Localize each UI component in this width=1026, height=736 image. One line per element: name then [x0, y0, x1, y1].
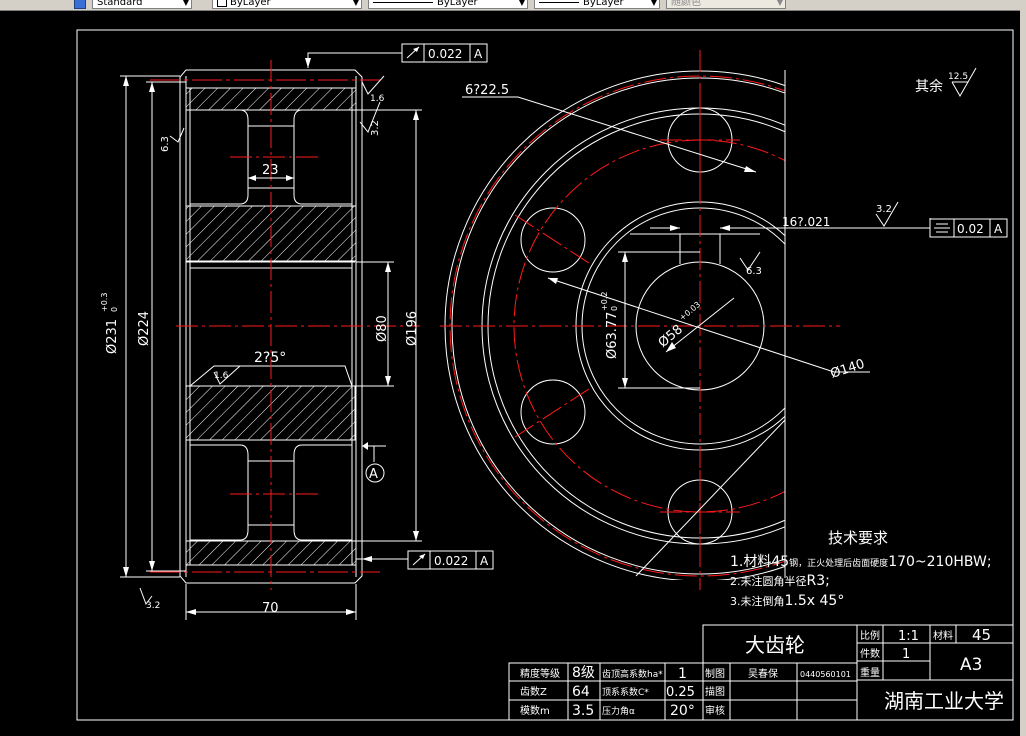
note-3: 3.未注倒角1.5x 45° — [730, 593, 844, 609]
dim-label: Ø140 — [829, 357, 867, 382]
ra-label: 6.3 — [746, 266, 762, 277]
svg-text:3.5: 3.5 — [572, 703, 594, 719]
svg-text:顶系系数C*: 顶系系数C* — [602, 686, 649, 698]
cavity-lower-left — [189, 444, 249, 541]
technical-notes: 技术要求 1.材料45钢，正火处理后齿面硬度170~210HBW; 2.未注圆角… — [730, 529, 992, 609]
tol-frame-symmetry: 0.02 A — [929, 218, 1008, 238]
school-name: 湖南工业大学 — [884, 689, 1004, 713]
ra-label: 3.2 — [876, 204, 892, 215]
svg-text:0: 0 — [610, 306, 619, 311]
tol-frame-bottom: 0.022 A — [407, 550, 494, 570]
datum-ref: A — [480, 554, 489, 568]
datum-a-symbol: A — [365, 463, 385, 483]
dim-label: 23 — [262, 163, 279, 178]
svg-text:重量: 重量 — [860, 666, 880, 679]
svg-text:0440560101: 0440560101 — [800, 670, 851, 679]
dim-label: Ø231 — [105, 319, 120, 354]
svg-text:模数m: 模数m — [520, 704, 550, 717]
svg-text:1: 1 — [678, 666, 687, 682]
svg-text:64: 64 — [572, 684, 590, 700]
title-block: 大齿轮 比例 1:1 材料 45 件数 1 重量 A3 制图 吴春保 04405… — [520, 626, 1004, 719]
sheet-size: A3 — [960, 655, 982, 675]
svg-text:制图: 制图 — [705, 667, 725, 680]
datum-ref: A — [994, 222, 1003, 236]
svg-text:齿顶高系数ha*: 齿顶高系数ha* — [602, 668, 663, 680]
svg-text:+0.2: +0.2 — [600, 292, 609, 311]
dim-label: 70 — [262, 601, 279, 616]
svg-text:A: A — [369, 467, 378, 482]
cavity-lower-right — [293, 444, 353, 541]
tol-value: 0.022 — [434, 554, 468, 568]
dim-label: 2?5° — [254, 350, 286, 366]
svg-text:1: 1 — [902, 647, 910, 662]
dim-label: Ø80 — [375, 315, 390, 342]
tol-value: 0.02 — [957, 222, 984, 236]
notes-title: 技术要求 — [828, 529, 888, 547]
svg-text:1:1: 1:1 — [898, 629, 919, 644]
svg-text:压力角α: 压力角α — [602, 705, 635, 717]
note-1: 1.材料45钢，正火处理后齿面硬度170~210HBW; — [730, 554, 992, 570]
svg-text:材料: 材料 — [933, 629, 953, 642]
ra-label: 1.6 — [214, 371, 229, 381]
front-cut — [635, 70, 786, 578]
part-name: 大齿轮 — [745, 633, 805, 657]
svg-text:20°: 20° — [670, 703, 695, 719]
datum-ref: A — [474, 47, 483, 61]
svg-text:+0.3: +0.3 — [100, 293, 109, 312]
front-texts: 6?22.5 16?.021 3.2 6.3 Ø63.77 +0.2 0 Ø58… — [465, 83, 892, 382]
keyway-label: 16?.021 — [782, 215, 830, 229]
ra-label: 3.2 — [146, 601, 160, 611]
svg-text:精度等级: 精度等级 — [520, 667, 560, 680]
dim-label: Ø224 — [137, 311, 152, 346]
holes-label: 6?22.5 — [465, 83, 509, 98]
ra-label: 3.2 — [370, 120, 381, 136]
svg-text:件数: 件数 — [860, 647, 880, 660]
tol-value: 0.022 — [428, 47, 462, 61]
svg-text:审核: 审核 — [705, 704, 725, 717]
svg-text:0: 0 — [110, 307, 119, 312]
svg-text:+0.03: +0.03 — [678, 300, 703, 323]
ra-label: 1.6 — [370, 94, 385, 104]
section-texts: 1.6 3.2 6.3 23 Ø231 +0.3 0 Ø224 Ø80 Ø196… — [100, 94, 420, 616]
svg-text:45: 45 — [972, 626, 991, 644]
drawing-canvas[interactable]: 0.022 A 0.022 A A 1.6 3.2 6.3 23 Ø231 +0… — [0, 0, 1026, 736]
note-2: 2.未注圆角半径R3; — [730, 573, 830, 589]
svg-text:齿数Z: 齿数Z — [520, 685, 547, 698]
svg-text:描图: 描图 — [705, 685, 725, 698]
svg-text:8级: 8级 — [572, 665, 595, 681]
ra-label: 6.3 — [160, 136, 171, 152]
svg-text:12.5: 12.5 — [948, 72, 968, 82]
svg-text:其余: 其余 — [915, 78, 943, 95]
tol-frame-top: 0.022 A — [401, 43, 488, 63]
rest-roughness: 其余 12.5 — [915, 67, 977, 98]
dim-label: Ø196 — [405, 311, 420, 346]
svg-text:吴春保: 吴春保 — [748, 667, 778, 680]
svg-text:比例: 比例 — [860, 629, 880, 642]
dim-label: Ø63.77 — [605, 312, 620, 359]
front-center-lines — [440, 50, 840, 590]
svg-text:0.25: 0.25 — [666, 685, 695, 700]
